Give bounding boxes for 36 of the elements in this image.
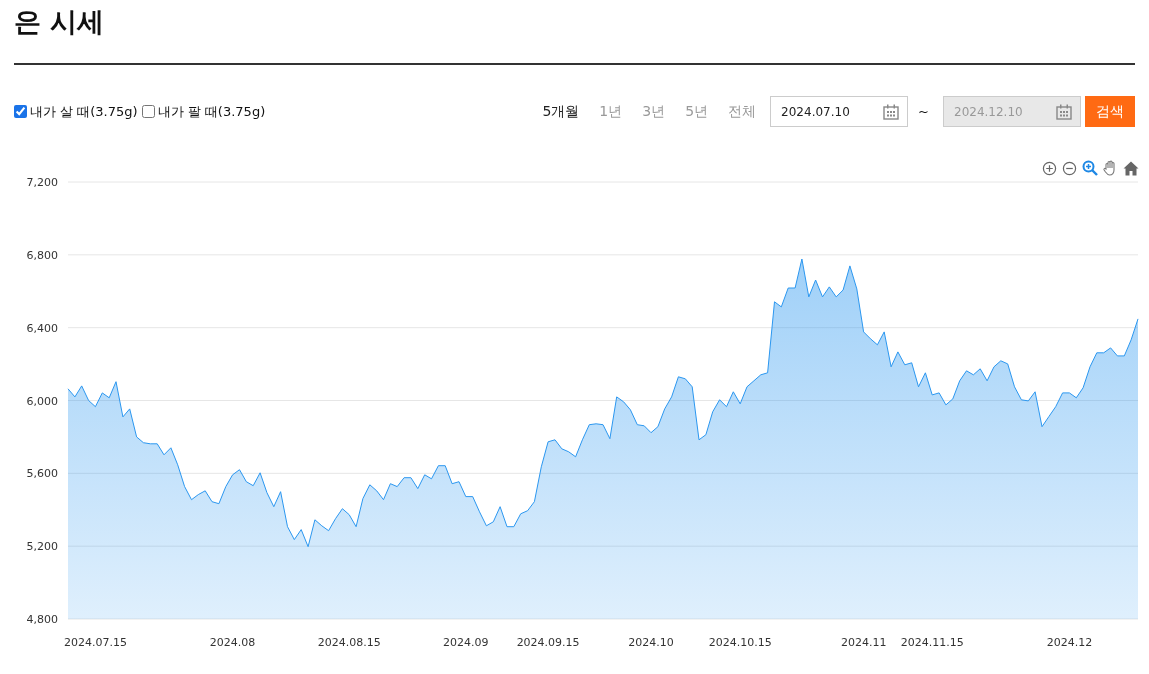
x-axis-label: 2024.11.15 xyxy=(900,636,964,649)
range-separator: ~ xyxy=(918,104,929,119)
period-tab[interactable]: 3년 xyxy=(632,102,676,121)
x-axis-label: 2024.07.15 xyxy=(63,636,127,649)
period-tab[interactable]: 5년 xyxy=(675,102,719,121)
y-axis-label: 6,800 xyxy=(26,248,58,262)
hand-icon[interactable] xyxy=(1103,160,1118,176)
page-title: 은 시세 xyxy=(13,5,106,39)
y-axis-label: 7,200 xyxy=(26,176,58,189)
x-axis-label: 2024.08 xyxy=(209,636,256,649)
checkbox[interactable] xyxy=(14,105,27,118)
x-axis-label: 2024.08.15 xyxy=(317,636,381,649)
checkbox[interactable] xyxy=(141,105,155,118)
home-icon[interactable] xyxy=(1123,160,1139,176)
period-tab[interactable]: 전체 xyxy=(718,102,767,121)
y-axis-label: 6,000 xyxy=(26,394,58,408)
period-tab[interactable]: 1년 xyxy=(589,102,633,121)
x-axis-label: 2024.10.15 xyxy=(708,636,772,649)
zoom-in-icon[interactable] xyxy=(1042,160,1057,176)
search-button[interactable]: 검색 xyxy=(1085,96,1135,127)
x-axis-label: 2024.09.15 xyxy=(516,636,580,649)
x-axis-label: 2024.12 xyxy=(1046,636,1093,649)
date-field[interactable]: 2024.07.10 xyxy=(770,96,909,127)
period-tab[interactable]: 5개월 xyxy=(532,102,590,121)
y-axis-label: 6,400 xyxy=(26,321,58,335)
zoom-out-icon[interactable] xyxy=(1062,160,1077,176)
x-axis-label: 2024.11 xyxy=(840,636,887,649)
y-axis-label: 4,800 xyxy=(26,613,58,626)
magnifier-icon[interactable] xyxy=(1082,160,1098,176)
x-axis-label: 2024.09 xyxy=(443,636,489,649)
checkbox-label[interactable]: 내가 팔 때(3.75g) xyxy=(157,102,266,121)
calendar-icon[interactable] xyxy=(883,103,900,120)
checkbox-label[interactable]: 내가 살 때(3.75g) xyxy=(30,102,138,121)
y-axis-label: 5,600 xyxy=(26,467,58,481)
x-axis-label: 2024.10 xyxy=(628,636,674,649)
y-axis-label: 5,200 xyxy=(26,540,58,554)
